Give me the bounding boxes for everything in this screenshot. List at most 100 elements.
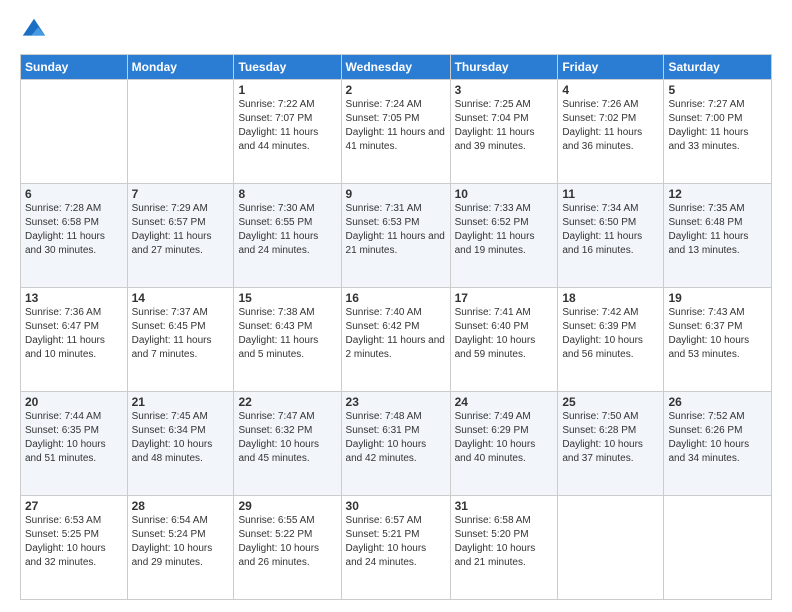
cell-content: Sunrise: 7:37 AMSunset: 6:45 PMDaylight:… <box>132 306 230 362</box>
day-number: 22 <box>238 395 336 409</box>
week-row-1: 6Sunrise: 7:28 AMSunset: 6:58 PMDaylight… <box>21 184 772 288</box>
cell-content: Sunrise: 7:41 AMSunset: 6:40 PMDaylight:… <box>455 306 554 362</box>
day-number: 26 <box>668 395 767 409</box>
cell-content: Sunrise: 7:50 AMSunset: 6:28 PMDaylight:… <box>562 410 659 466</box>
week-row-0: 1Sunrise: 7:22 AMSunset: 7:07 PMDaylight… <box>21 80 772 184</box>
day-number: 9 <box>346 187 446 201</box>
calendar-cell: 24Sunrise: 7:49 AMSunset: 6:29 PMDayligh… <box>450 392 558 496</box>
cell-content: Sunrise: 7:40 AMSunset: 6:42 PMDaylight:… <box>346 306 446 362</box>
day-number: 6 <box>25 187 123 201</box>
calendar-cell: 26Sunrise: 7:52 AMSunset: 6:26 PMDayligh… <box>664 392 772 496</box>
day-number: 23 <box>346 395 446 409</box>
col-header-tuesday: Tuesday <box>234 55 341 80</box>
calendar-cell <box>21 80 128 184</box>
col-header-saturday: Saturday <box>664 55 772 80</box>
calendar-cell <box>127 80 234 184</box>
calendar-cell: 29Sunrise: 6:55 AMSunset: 5:22 PMDayligh… <box>234 496 341 600</box>
cell-content: Sunrise: 7:27 AMSunset: 7:00 PMDaylight:… <box>668 98 767 154</box>
calendar-cell: 4Sunrise: 7:26 AMSunset: 7:02 PMDaylight… <box>558 80 664 184</box>
week-row-3: 20Sunrise: 7:44 AMSunset: 6:35 PMDayligh… <box>21 392 772 496</box>
cell-content: Sunrise: 6:57 AMSunset: 5:21 PMDaylight:… <box>346 514 446 570</box>
day-number: 28 <box>132 499 230 513</box>
cell-content: Sunrise: 6:55 AMSunset: 5:22 PMDaylight:… <box>238 514 336 570</box>
logo <box>20 16 52 44</box>
calendar-cell: 15Sunrise: 7:38 AMSunset: 6:43 PMDayligh… <box>234 288 341 392</box>
calendar-cell <box>664 496 772 600</box>
cell-content: Sunrise: 7:44 AMSunset: 6:35 PMDaylight:… <box>25 410 123 466</box>
calendar-cell: 14Sunrise: 7:37 AMSunset: 6:45 PMDayligh… <box>127 288 234 392</box>
calendar-cell: 1Sunrise: 7:22 AMSunset: 7:07 PMDaylight… <box>234 80 341 184</box>
cell-content: Sunrise: 7:30 AMSunset: 6:55 PMDaylight:… <box>238 202 336 258</box>
calendar-cell: 31Sunrise: 6:58 AMSunset: 5:20 PMDayligh… <box>450 496 558 600</box>
day-number: 21 <box>132 395 230 409</box>
calendar-cell: 13Sunrise: 7:36 AMSunset: 6:47 PMDayligh… <box>21 288 128 392</box>
day-number: 12 <box>668 187 767 201</box>
week-row-2: 13Sunrise: 7:36 AMSunset: 6:47 PMDayligh… <box>21 288 772 392</box>
cell-content: Sunrise: 7:31 AMSunset: 6:53 PMDaylight:… <box>346 202 446 258</box>
calendar-table: SundayMondayTuesdayWednesdayThursdayFrid… <box>20 54 772 600</box>
day-number: 4 <box>562 83 659 97</box>
cell-content: Sunrise: 7:43 AMSunset: 6:37 PMDaylight:… <box>668 306 767 362</box>
cell-content: Sunrise: 6:54 AMSunset: 5:24 PMDaylight:… <box>132 514 230 570</box>
calendar-cell: 27Sunrise: 6:53 AMSunset: 5:25 PMDayligh… <box>21 496 128 600</box>
day-number: 14 <box>132 291 230 305</box>
calendar-cell: 19Sunrise: 7:43 AMSunset: 6:37 PMDayligh… <box>664 288 772 392</box>
header-row: SundayMondayTuesdayWednesdayThursdayFrid… <box>21 55 772 80</box>
day-number: 31 <box>455 499 554 513</box>
col-header-friday: Friday <box>558 55 664 80</box>
cell-content: Sunrise: 7:38 AMSunset: 6:43 PMDaylight:… <box>238 306 336 362</box>
calendar-cell: 8Sunrise: 7:30 AMSunset: 6:55 PMDaylight… <box>234 184 341 288</box>
cell-content: Sunrise: 7:25 AMSunset: 7:04 PMDaylight:… <box>455 98 554 154</box>
calendar-cell: 3Sunrise: 7:25 AMSunset: 7:04 PMDaylight… <box>450 80 558 184</box>
week-row-4: 27Sunrise: 6:53 AMSunset: 5:25 PMDayligh… <box>21 496 772 600</box>
calendar-cell: 9Sunrise: 7:31 AMSunset: 6:53 PMDaylight… <box>341 184 450 288</box>
day-number: 10 <box>455 187 554 201</box>
logo-icon <box>20 16 48 44</box>
calendar-cell: 22Sunrise: 7:47 AMSunset: 6:32 PMDayligh… <box>234 392 341 496</box>
day-number: 19 <box>668 291 767 305</box>
cell-content: Sunrise: 7:26 AMSunset: 7:02 PMDaylight:… <box>562 98 659 154</box>
day-number: 15 <box>238 291 336 305</box>
day-number: 5 <box>668 83 767 97</box>
col-header-wednesday: Wednesday <box>341 55 450 80</box>
cell-content: Sunrise: 7:52 AMSunset: 6:26 PMDaylight:… <box>668 410 767 466</box>
cell-content: Sunrise: 7:29 AMSunset: 6:57 PMDaylight:… <box>132 202 230 258</box>
cell-content: Sunrise: 7:35 AMSunset: 6:48 PMDaylight:… <box>668 202 767 258</box>
cell-content: Sunrise: 7:47 AMSunset: 6:32 PMDaylight:… <box>238 410 336 466</box>
day-number: 8 <box>238 187 336 201</box>
cell-content: Sunrise: 7:22 AMSunset: 7:07 PMDaylight:… <box>238 98 336 154</box>
calendar-cell: 11Sunrise: 7:34 AMSunset: 6:50 PMDayligh… <box>558 184 664 288</box>
day-number: 1 <box>238 83 336 97</box>
day-number: 3 <box>455 83 554 97</box>
calendar-cell: 5Sunrise: 7:27 AMSunset: 7:00 PMDaylight… <box>664 80 772 184</box>
calendar-cell: 16Sunrise: 7:40 AMSunset: 6:42 PMDayligh… <box>341 288 450 392</box>
day-number: 7 <box>132 187 230 201</box>
calendar-cell: 6Sunrise: 7:28 AMSunset: 6:58 PMDaylight… <box>21 184 128 288</box>
col-header-sunday: Sunday <box>21 55 128 80</box>
col-header-monday: Monday <box>127 55 234 80</box>
cell-content: Sunrise: 7:28 AMSunset: 6:58 PMDaylight:… <box>25 202 123 258</box>
day-number: 30 <box>346 499 446 513</box>
cell-content: Sunrise: 7:36 AMSunset: 6:47 PMDaylight:… <box>25 306 123 362</box>
day-number: 13 <box>25 291 123 305</box>
calendar-cell: 12Sunrise: 7:35 AMSunset: 6:48 PMDayligh… <box>664 184 772 288</box>
col-header-thursday: Thursday <box>450 55 558 80</box>
cell-content: Sunrise: 7:34 AMSunset: 6:50 PMDaylight:… <box>562 202 659 258</box>
cell-content: Sunrise: 7:45 AMSunset: 6:34 PMDaylight:… <box>132 410 230 466</box>
day-number: 25 <box>562 395 659 409</box>
cell-content: Sunrise: 7:33 AMSunset: 6:52 PMDaylight:… <box>455 202 554 258</box>
cell-content: Sunrise: 7:24 AMSunset: 7:05 PMDaylight:… <box>346 98 446 154</box>
calendar-cell: 17Sunrise: 7:41 AMSunset: 6:40 PMDayligh… <box>450 288 558 392</box>
calendar-cell <box>558 496 664 600</box>
cell-content: Sunrise: 6:58 AMSunset: 5:20 PMDaylight:… <box>455 514 554 570</box>
cell-content: Sunrise: 6:53 AMSunset: 5:25 PMDaylight:… <box>25 514 123 570</box>
calendar-cell: 20Sunrise: 7:44 AMSunset: 6:35 PMDayligh… <box>21 392 128 496</box>
calendar-cell: 30Sunrise: 6:57 AMSunset: 5:21 PMDayligh… <box>341 496 450 600</box>
day-number: 16 <box>346 291 446 305</box>
day-number: 17 <box>455 291 554 305</box>
cell-content: Sunrise: 7:42 AMSunset: 6:39 PMDaylight:… <box>562 306 659 362</box>
calendar-cell: 2Sunrise: 7:24 AMSunset: 7:05 PMDaylight… <box>341 80 450 184</box>
day-number: 2 <box>346 83 446 97</box>
header <box>20 16 772 44</box>
day-number: 24 <box>455 395 554 409</box>
